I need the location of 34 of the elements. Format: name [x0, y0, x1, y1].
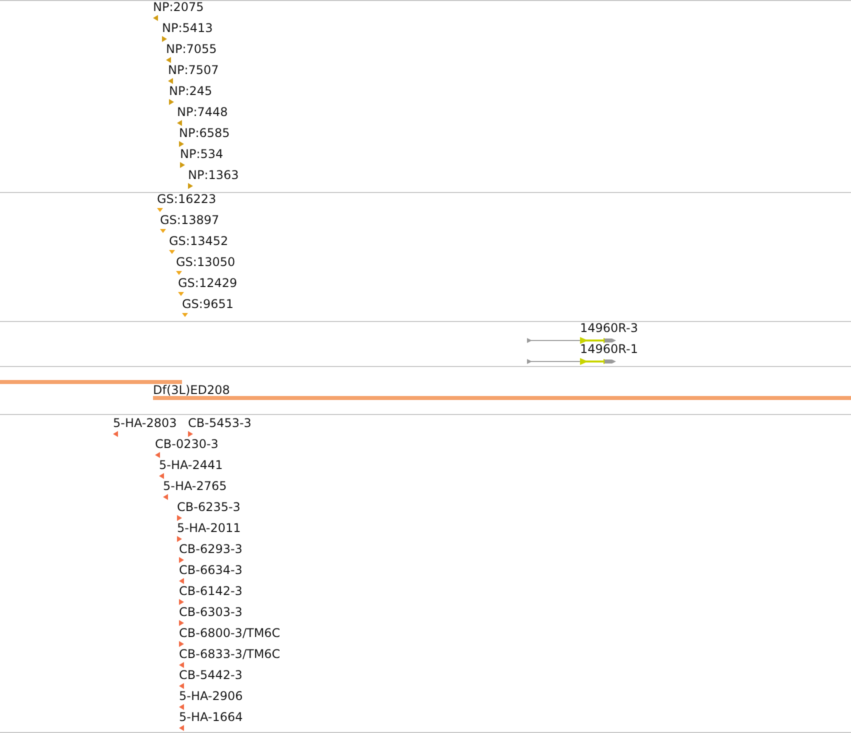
feature-label: CB-6800-3/TM6C	[179, 627, 280, 640]
feature-label: CB-6634-3	[179, 564, 242, 577]
feature-label: 5-HA-2906	[179, 690, 243, 703]
feature-label: CB-5453-3	[188, 417, 252, 430]
feature-label: 5-HA-2803	[113, 417, 177, 430]
feature-label: CB-6293-3	[179, 543, 242, 556]
feature-label: 5-HA-2765	[163, 480, 227, 493]
feature-label: GS:13897	[160, 214, 220, 227]
feature-label: 5-HA-1664	[179, 711, 243, 724]
feature-label: CB-5442-3	[179, 669, 242, 682]
feature-label: CB-0230-3	[155, 438, 218, 451]
feature-label: 14960R-3	[580, 322, 638, 335]
feature-label: NP:5413	[162, 22, 213, 35]
feature-label: CB-6303-3	[179, 606, 242, 619]
feature-label: NP:6585	[179, 127, 230, 140]
feature-label: 14960R-1	[580, 343, 638, 356]
feature-label: 5-HA-2011	[177, 522, 241, 535]
feature-label: CB-6235-3	[177, 501, 240, 514]
feature-label: GS:13050	[176, 256, 236, 269]
feature-label: GS:13452	[169, 235, 228, 248]
feature-label: NP:245	[169, 85, 212, 98]
feature-label: CB-6833-3/TM6C	[179, 648, 280, 661]
feature-label: Df(3L)ED208	[153, 384, 230, 396]
feature-label: CB-6142-3	[179, 585, 242, 598]
feature-label: NP:7507	[168, 64, 219, 77]
feature-label: GS:9651	[182, 298, 234, 311]
feature-label: NP:1363	[188, 169, 239, 182]
feature-label: 5-HA-2441	[159, 459, 223, 472]
feature-label: GS:16223	[157, 193, 216, 206]
feature-label: GS:12429	[178, 277, 238, 290]
feature-label: NP:7055	[166, 43, 217, 56]
feature-label: NP:2075	[153, 1, 204, 14]
feature-label: NP:7448	[177, 106, 228, 119]
feature-label: NP:534	[180, 148, 224, 161]
